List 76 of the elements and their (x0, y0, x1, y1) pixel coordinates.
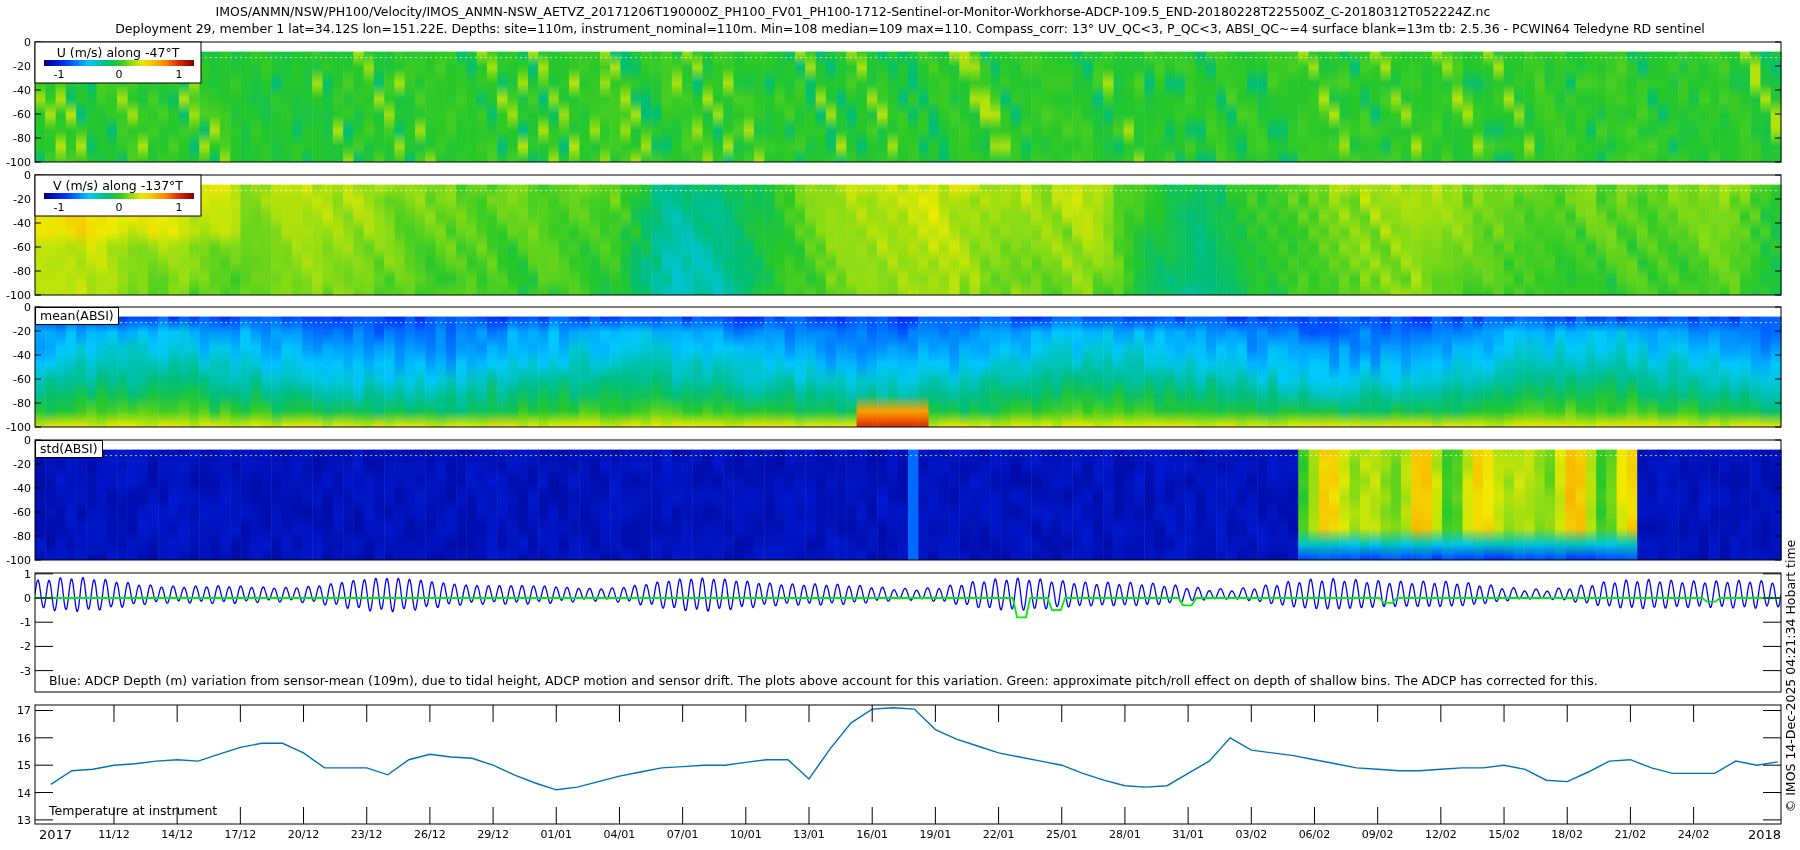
x-tick-label: 17/12 (224, 828, 257, 841)
panel-label: std(ABSI) (35, 440, 103, 458)
legend-title: U (m/s) along -47°T (56, 45, 180, 60)
y-tick-label: 14 (17, 786, 31, 800)
x-tick-label: 15/02 (1488, 828, 1520, 841)
x-tick-label: 14/12 (161, 828, 193, 841)
x-tick-label: 26/12 (414, 828, 446, 841)
y-tick-label: -100 (6, 156, 31, 169)
y-tick-label: -100 (6, 554, 31, 567)
panel-label: mean(ABSI) (35, 307, 119, 325)
x-tick-label: 31/01 (1172, 828, 1204, 841)
x-tick-label: 23/12 (350, 828, 383, 841)
y-tick-label: -100 (6, 289, 31, 302)
y-tick-label: -80 (13, 397, 31, 410)
y-tick-label: 15 (17, 759, 31, 773)
y-tick-label: 17 (17, 704, 31, 718)
x-tick-label: 11/12 (98, 828, 130, 841)
y-tick-label: -20 (13, 193, 31, 206)
y-tick-label: 0 (24, 301, 31, 314)
x-tick-label: 12/02 (1425, 828, 1457, 841)
colorbar-tick-label: 0 (115, 68, 123, 81)
x-tick-label: 13/01 (793, 828, 825, 841)
y-tick-label: 0 (24, 36, 31, 49)
copyright-note: © IMOS 14-Dec-2025 04:21:34 Hobart time (1783, 539, 1798, 813)
year-label: 2017 (39, 827, 73, 842)
y-tick-label: -80 (13, 132, 31, 145)
x-tick-label: 01/01 (540, 828, 573, 841)
y-tick-label: -80 (13, 530, 31, 543)
y-tick-label: -40 (13, 84, 31, 97)
y-tick-label: -60 (13, 506, 31, 519)
y-tick-label: 16 (17, 731, 31, 745)
y-tick-label: -20 (13, 325, 31, 338)
y-tick-label: -60 (13, 241, 31, 254)
x-tick-label: 03/02 (1235, 828, 1268, 841)
y-tick-label: 1 (24, 567, 31, 581)
y-tick-label: -20 (13, 458, 31, 471)
legend-title: V (m/s) along -137°T (53, 178, 183, 193)
chart-title: IMOS/ANMN/NSW/PH100/Velocity/IMOS_ANMN-NSW_AETVZ_20171206T190000Z_PH100_FV01_PH100-1712-Sentinel-or-Monitor-Workhorse-ADCP-109.5_END-20180228T225500Z_C-20180312T052224Z.nc (215, 4, 1491, 19)
colorbar-tick-label: -1 (53, 201, 65, 214)
x-tick-label: 29/12 (477, 828, 509, 841)
x-tick-label: 07/01 (666, 828, 699, 841)
y-tick-label: 0 (24, 169, 31, 182)
year-label: 2018 (1747, 827, 1781, 842)
y-tick-label: -40 (13, 482, 31, 495)
y-tick-label: -3 (20, 664, 31, 678)
y-tick-label: -2 (20, 640, 31, 654)
x-tick-label: 22/01 (982, 828, 1015, 841)
colorbar-tick-label: 0 (115, 201, 123, 214)
x-tick-label: 20/12 (287, 828, 320, 841)
x-tick-label: 10/01 (729, 828, 762, 841)
y-tick-label: -20 (13, 60, 31, 73)
x-tick-label: 19/01 (919, 828, 952, 841)
x-tick-label: 18/02 (1551, 828, 1584, 841)
x-tick-label: 21/02 (1614, 828, 1647, 841)
colorbar-tick-label: -1 (53, 68, 65, 81)
y-tick-label: -100 (6, 421, 31, 434)
colorbar-tick-label: 1 (175, 68, 183, 81)
x-tick-label: 04/01 (603, 828, 636, 841)
x-tick-label: 24/02 (1677, 828, 1710, 841)
y-tick-label: -40 (13, 349, 31, 362)
x-tick-label: 16/01 (856, 828, 889, 841)
y-tick-label: -60 (13, 373, 31, 386)
y-tick-label: -1 (20, 616, 31, 630)
x-tick-label: 06/02 (1298, 828, 1331, 841)
y-tick-label: -60 (13, 108, 31, 121)
x-tick-label: 09/02 (1361, 828, 1394, 841)
x-tick-label: 25/01 (1045, 828, 1078, 841)
y-tick-label: -80 (13, 265, 31, 278)
y-tick-label: -40 (13, 217, 31, 230)
x-tick-label: 28/01 (1109, 828, 1141, 841)
colorbar-tick-label: 1 (175, 201, 183, 214)
chart-caption: Blue: ADCP Depth (m) variation from sensor-mean (109m), due to tidal height, ADCP motion and sensor drift. The plots above account for this variation. Green: approximate pitch/roll effect on depth of shallow bins. The ADCP has corrected for this. (49, 673, 1598, 688)
y-tick-label: 0 (24, 592, 31, 605)
y-tick-label: 13 (17, 813, 31, 827)
chart-subtitle: Deployment 29, member 1 lat=34.12S lon=151.22E. Depths: site=110m, instrument_nominal=110m. Min=108 median=109 max=110. Compass_corr: 13° UV_QC<3, P_QC<3, ABSI_QC~=4 surface blank=13m tb: 2.5.36 - PCWIN64 Teledyne RD sentinel (115, 21, 1705, 36)
y-tick-label: 0 (24, 434, 31, 447)
